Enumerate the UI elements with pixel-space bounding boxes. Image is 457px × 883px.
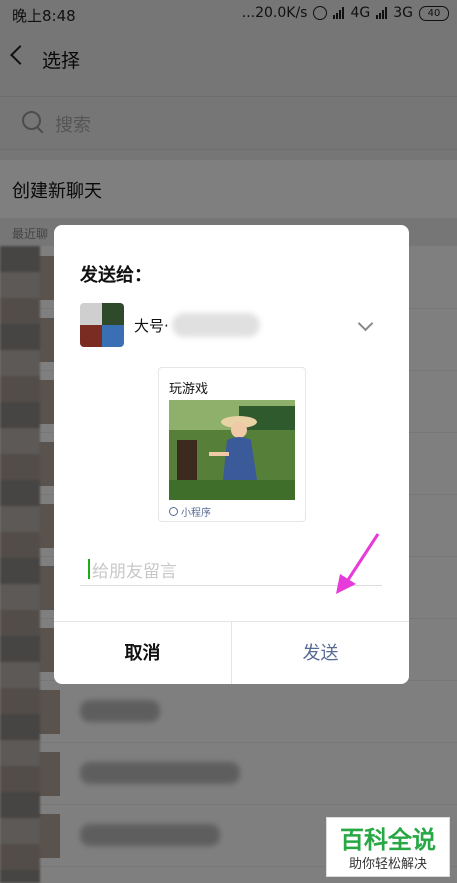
mini-program-thumbnail: [169, 400, 295, 500]
chevron-down-icon[interactable]: [357, 315, 374, 332]
avatar-tile: [102, 303, 124, 325]
cancel-button[interactable]: 取消: [54, 622, 231, 684]
avatar-tile: [102, 325, 124, 347]
avatar-tile: [80, 325, 102, 347]
recipient-name-blur: [172, 313, 260, 337]
screen: 晚上8:48 ...20.0K/s 4G 3G 40 选择 搜索 创建新聊天 最…: [0, 0, 457, 883]
send-to-dialog: 发送给： 大号· 玩游戏 小程序 给朋友留言 取消 发送: [54, 225, 409, 684]
recipient-avatar: [80, 303, 124, 347]
watermark-logo: 百科全说 助你轻松解决: [326, 817, 450, 877]
mini-program-icon: [169, 507, 178, 516]
annotation-arrow-icon: [336, 533, 380, 594]
dialog-title: 发送给：: [80, 265, 152, 286]
avatar-tile: [80, 303, 102, 325]
send-button[interactable]: 发送: [232, 622, 409, 684]
watermark-main-text: 百科全说: [340, 826, 436, 854]
dialog-actions: 取消 发送: [54, 621, 409, 684]
text-caret: [88, 559, 90, 579]
recipient-name: 大号·: [134, 317, 169, 335]
mini-program-label: 小程序: [181, 508, 211, 519]
mini-program-card: 玩游戏 小程序: [158, 367, 306, 522]
mini-program-footer: 小程序: [169, 504, 211, 519]
watermark-sub-text: 助你轻松解决: [348, 857, 427, 872]
thumbnail-photo: [169, 400, 295, 500]
mini-program-title: 玩游戏: [169, 382, 209, 397]
message-placeholder: 给朋友留言: [92, 562, 177, 582]
